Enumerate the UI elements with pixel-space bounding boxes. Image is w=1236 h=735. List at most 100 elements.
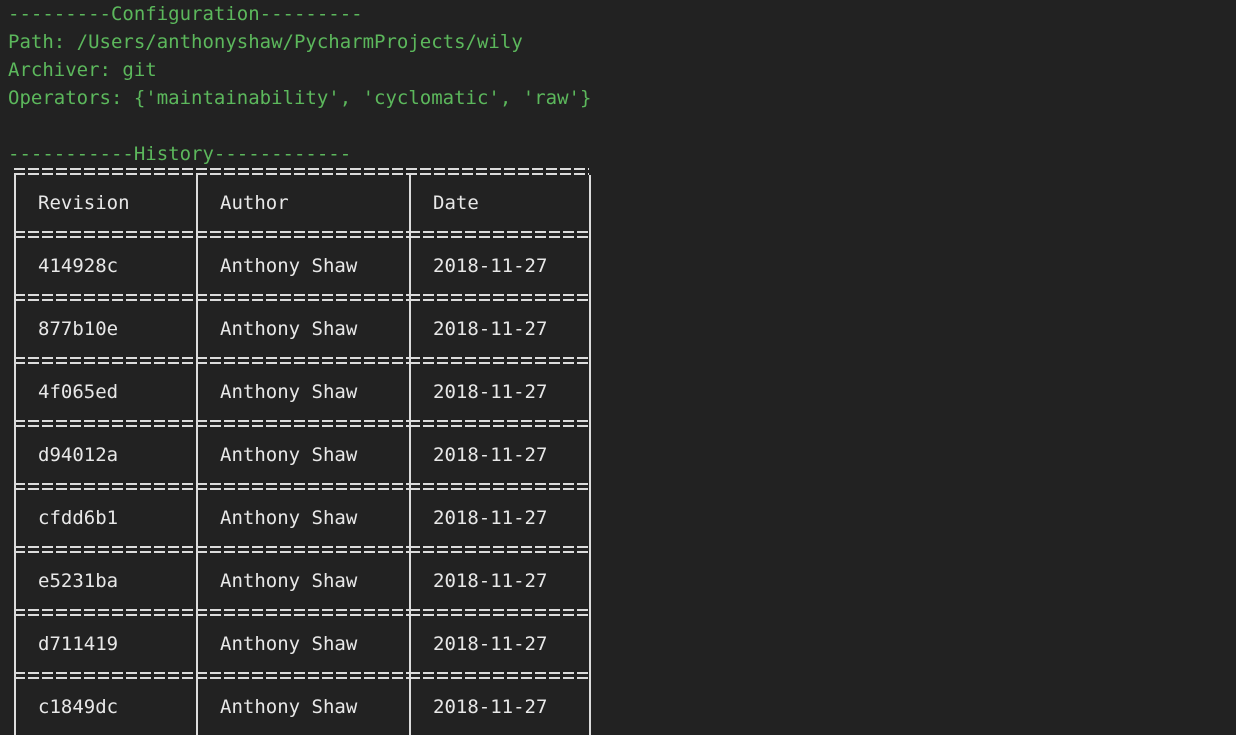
cell-revision: cfdd6b1 (14, 490, 198, 546)
separator-cell (196, 294, 411, 301)
history-table-wrapper: Revision Author Date 414928c Anthony Sha… (0, 168, 1236, 735)
cell-author: Anthony Shaw (196, 364, 411, 420)
cell-date: 2018-11-27 (409, 553, 591, 609)
table-row[interactable]: d94012a Anthony Shaw 2018-11-27 (14, 427, 591, 483)
table-top-border (14, 168, 589, 175)
horizontal-rule (412, 231, 588, 238)
cell-date: 2018-11-27 (409, 238, 591, 294)
table-row-separator (14, 483, 591, 490)
cell-author: Anthony Shaw (196, 553, 411, 609)
configuration-archiver-line: Archiver: git (8, 59, 157, 81)
separator-cell (14, 357, 198, 364)
horizontal-rule (412, 294, 588, 301)
horizontal-rule (199, 357, 408, 364)
separator-cell (409, 357, 591, 364)
separator-cell (409, 420, 591, 427)
cell-date: 2018-11-27 (409, 301, 591, 357)
cell-author: Anthony Shaw (196, 238, 411, 294)
separator-cell (409, 672, 591, 679)
table-row[interactable]: 4f065ed Anthony Shaw 2018-11-27 (14, 364, 591, 420)
cell-date: 2018-11-27 (409, 679, 591, 735)
table-row-separator (14, 231, 591, 238)
horizontal-rule (17, 672, 195, 679)
separator-cell (14, 672, 198, 679)
separator-cell (196, 420, 411, 427)
horizontal-rule (199, 546, 408, 553)
cell-revision: 877b10e (14, 301, 198, 357)
separator-cell (14, 609, 198, 616)
history-table-body: 414928c Anthony Shaw 2018-11-27 877b10e … (14, 231, 591, 735)
separator-cell (196, 672, 411, 679)
horizontal-rule (412, 672, 588, 679)
cell-date: 2018-11-27 (409, 490, 591, 546)
cell-date: 2018-11-27 (409, 427, 591, 483)
separator-cell (196, 483, 411, 490)
separator-cell (409, 294, 591, 301)
cell-author: Anthony Shaw (196, 427, 411, 483)
configuration-operators-line: Operators: {'maintainability', 'cyclomat… (8, 87, 592, 109)
cell-revision: c1849dc (14, 679, 198, 735)
history-heading: -----------History------------ (8, 143, 352, 165)
horizontal-rule (199, 483, 408, 490)
separator-cell (196, 357, 411, 364)
table-row-separator (14, 420, 591, 427)
cell-date: 2018-11-27 (409, 616, 591, 672)
cell-author: Anthony Shaw (196, 301, 411, 357)
horizontal-rule (412, 546, 588, 553)
table-row-separator (14, 546, 591, 553)
horizontal-rule (199, 609, 408, 616)
horizontal-rule (412, 357, 588, 364)
table-row-separator (14, 294, 591, 301)
horizontal-rule (17, 609, 195, 616)
configuration-heading: ---------Configuration--------- (8, 3, 363, 25)
separator-cell (196, 231, 411, 238)
table-row-separator (14, 672, 591, 679)
separator-cell (196, 546, 411, 553)
cell-date: 2018-11-27 (409, 364, 591, 420)
horizontal-rule (17, 546, 195, 553)
horizontal-rule (412, 609, 588, 616)
column-header-date[interactable]: Date (409, 175, 591, 231)
separator-cell (14, 294, 198, 301)
configuration-path-line: Path: /Users/anthonyshaw/PycharmProjects… (8, 31, 523, 53)
table-row[interactable]: 877b10e Anthony Shaw 2018-11-27 (14, 301, 591, 357)
horizontal-rule (199, 420, 408, 427)
history-table-head: Revision Author Date (14, 175, 591, 231)
table-row[interactable]: 414928c Anthony Shaw 2018-11-27 (14, 238, 591, 294)
separator-cell (409, 546, 591, 553)
horizontal-rule (199, 231, 408, 238)
separator-cell (14, 420, 198, 427)
separator-cell (196, 609, 411, 616)
horizontal-rule (17, 483, 195, 490)
separator-cell (14, 546, 198, 553)
table-row-separator (14, 609, 591, 616)
cell-author: Anthony Shaw (196, 616, 411, 672)
column-header-author[interactable]: Author (196, 175, 411, 231)
table-row[interactable]: e5231ba Anthony Shaw 2018-11-27 (14, 553, 591, 609)
cell-revision: e5231ba (14, 553, 198, 609)
terminal-window[interactable]: ---------Configuration--------- Path: /U… (0, 0, 1236, 735)
history-table: Revision Author Date 414928c Anthony Sha… (14, 175, 591, 735)
cell-revision: 4f065ed (14, 364, 198, 420)
horizontal-rule (17, 294, 195, 301)
configuration-section: ---------Configuration--------- Path: /U… (0, 0, 1236, 140)
horizontal-rule (412, 483, 588, 490)
separator-cell (409, 609, 591, 616)
table-row[interactable]: cfdd6b1 Anthony Shaw 2018-11-27 (14, 490, 591, 546)
horizontal-rule (199, 294, 408, 301)
table-row[interactable]: d711419 Anthony Shaw 2018-11-27 (14, 616, 591, 672)
separator-cell (14, 483, 198, 490)
separator-cell (409, 231, 591, 238)
horizontal-rule (412, 420, 588, 427)
column-header-revision[interactable]: Revision (14, 175, 198, 231)
horizontal-rule (17, 420, 195, 427)
cell-revision: 414928c (14, 238, 198, 294)
horizontal-rule (17, 231, 195, 238)
cell-author: Anthony Shaw (196, 490, 411, 546)
history-section: -----------History------------ Revision … (0, 140, 1236, 735)
table-row[interactable]: c1849dc Anthony Shaw 2018-11-27 (14, 679, 591, 735)
separator-cell (14, 231, 198, 238)
cell-revision: d94012a (14, 427, 198, 483)
table-header-row: Revision Author Date (14, 175, 591, 231)
